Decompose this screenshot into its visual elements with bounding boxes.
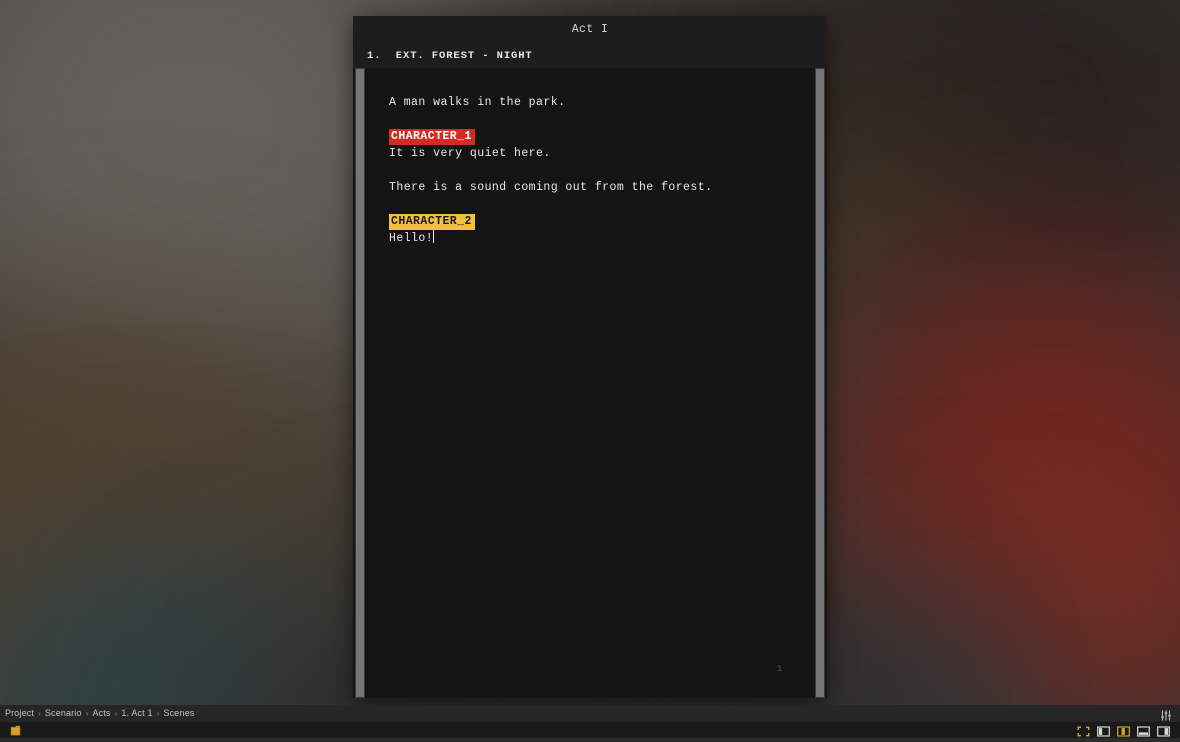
fullscreen-icon[interactable] — [1077, 724, 1090, 737]
character-name-chip[interactable]: CHARACTER_2 — [389, 214, 475, 230]
breadcrumb-item[interactable]: Project — [5, 708, 34, 718]
script-line-text: A man walks in the park. — [389, 96, 566, 109]
text-cursor — [433, 230, 435, 243]
page-number: 1 — [777, 664, 783, 674]
breadcrumb-separator: › — [114, 708, 118, 718]
taskbar-right-group — [1077, 724, 1170, 737]
wallpaper-blob — [812, 170, 932, 280]
script-line-text: There is a sound coming out from the for… — [389, 181, 713, 194]
taskbar — [0, 722, 1180, 738]
character-name-line[interactable]: CHARACTER_1 — [389, 128, 789, 145]
panel-right-icon[interactable] — [1157, 724, 1170, 737]
breadcrumb-separator: › — [85, 708, 89, 718]
breadcrumb-separator: › — [156, 708, 160, 718]
script-text-area[interactable]: A man walks in the park. CHARACTER_1 It is… — [389, 94, 789, 247]
scene-heading[interactable]: 1. EXT. FOREST - NIGHT — [367, 50, 533, 62]
breadcrumb-separator: › — [38, 708, 41, 718]
status-bar: Project › Scenario › Acts › 1. Act 1 › Scenes — [0, 705, 1180, 722]
dialogue-line[interactable]: It is very quiet here. — [389, 145, 789, 162]
screenplay-editor-window[interactable]: Act I 1. EXT. FOREST - NIGHT A man walks… — [353, 16, 827, 698]
character-name-chip[interactable]: CHARACTER_1 — [389, 129, 475, 145]
sliders-icon[interactable] — [1160, 708, 1172, 721]
breadcrumb-item[interactable]: 1. Act 1 — [121, 708, 152, 718]
script-page[interactable]: A man walks in the park. CHARACTER_1 It is… — [353, 68, 827, 698]
folder-icon[interactable] — [10, 723, 23, 736]
script-blank-line — [389, 162, 789, 179]
character-name-line[interactable]: CHARACTER_2 — [389, 213, 789, 230]
action-line[interactable]: A man walks in the park. — [389, 94, 789, 111]
window-title: Act I — [571, 23, 609, 36]
breadcrumb[interactable]: Project › Scenario › Acts › 1. Act 1 › Scenes — [5, 708, 194, 718]
scrollbar-right[interactable] — [815, 68, 825, 698]
dialogue-line[interactable]: Hello! — [389, 230, 789, 247]
script-blank-line — [389, 196, 789, 213]
breadcrumb-item[interactable]: Acts — [92, 708, 110, 718]
breadcrumb-item[interactable]: Scenario — [45, 708, 82, 718]
breadcrumb-item[interactable]: Scenes — [163, 708, 194, 718]
taskbar-left-group — [10, 723, 23, 736]
script-line-text: It is very quiet here. — [389, 147, 551, 160]
panel-bottom-icon[interactable] — [1137, 724, 1150, 737]
action-line[interactable]: There is a sound coming out from the for… — [389, 179, 789, 196]
script-line-text: Hello! — [389, 232, 434, 245]
scrollbar-left[interactable] — [355, 68, 365, 698]
panel-center-icon[interactable] — [1117, 724, 1130, 737]
panel-left-icon[interactable] — [1097, 724, 1110, 737]
script-blank-line — [389, 111, 789, 128]
